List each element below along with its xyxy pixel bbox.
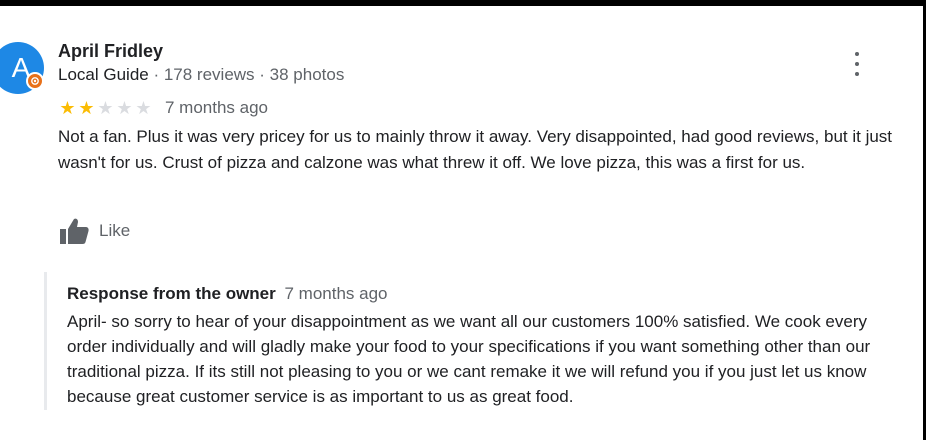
thumbs-up-icon	[60, 218, 89, 244]
meta-separator: ·	[148, 65, 164, 84]
star-empty-icon: ★	[135, 98, 152, 118]
like-button[interactable]: Like	[58, 215, 130, 247]
local-guide-label: Local Guide	[58, 65, 149, 84]
review-rating: ★ ★ ★ ★ ★ 7 months ago	[58, 97, 268, 119]
owner-response-header: Response from the owner 7 months ago	[67, 284, 388, 304]
top-border	[0, 0, 926, 6]
star-filled-icon: ★	[78, 98, 95, 118]
author-meta: Local Guide · 178 reviews · 38 photos	[58, 65, 344, 85]
review-text: Not a fan. Plus it was very pricey for u…	[58, 127, 893, 172]
photo-count: 38 photos	[269, 65, 345, 84]
more-vert-icon[interactable]	[852, 52, 862, 76]
star-filled-icon: ★	[59, 98, 76, 118]
local-guide-star-icon	[26, 72, 44, 90]
author-name[interactable]: April Fridley	[58, 41, 163, 62]
author-avatar[interactable]: A	[0, 42, 44, 94]
review-time: 7 months ago	[165, 98, 269, 117]
owner-response-title: Response from the owner	[67, 284, 276, 303]
owner-response-text: April- so sorry to hear of your disappoi…	[67, 312, 871, 406]
star-empty-icon: ★	[116, 98, 133, 118]
meta-separator: ·	[254, 65, 270, 84]
owner-response: Response from the owner 7 months ago Apr…	[44, 272, 907, 410]
owner-response-time: 7 months ago	[284, 284, 388, 303]
star-empty-icon: ★	[97, 98, 114, 118]
star-rating: ★ ★ ★ ★ ★	[58, 98, 153, 118]
like-label: Like	[99, 221, 131, 240]
review-count: 178 reviews	[163, 65, 255, 84]
